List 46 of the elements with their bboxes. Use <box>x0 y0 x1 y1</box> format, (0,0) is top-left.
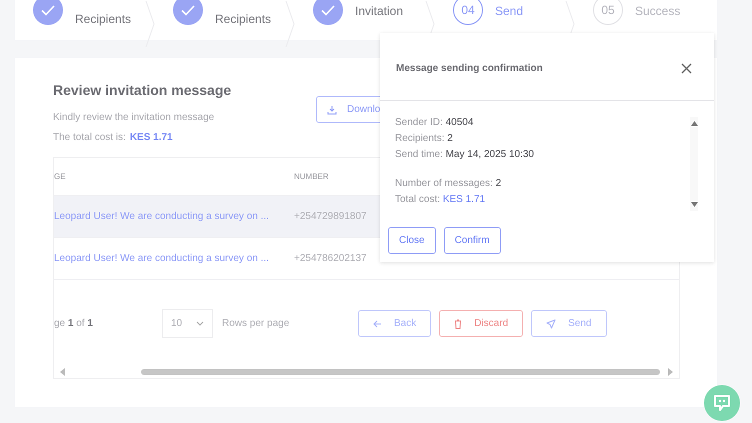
check-icon <box>321 4 335 16</box>
step-circle: 05 <box>593 0 623 25</box>
step-label[interactable]: Send <box>495 4 524 18</box>
detail-line: Send time: May 14, 2025 10:30 <box>395 149 535 160</box>
confirm-button[interactable]: Confirm <box>444 227 501 254</box>
step-label[interactable]: Invitation <box>355 4 404 18</box>
send-button[interactable]: Send <box>531 310 606 337</box>
number-cell: +254729891807 <box>294 211 367 222</box>
message-cell-text: Leopard User! We are conducting a survey on ... <box>54 253 270 264</box>
total-cost-value: KES 1.71 <box>130 132 173 143</box>
check-icon <box>181 4 195 16</box>
subtitle-text: Kindly review the invitation message <box>53 112 216 123</box>
step-label[interactable]: Recipients <box>215 12 272 26</box>
page-indicator: ge 1 of 1 <box>54 318 94 329</box>
step-circle: 04 <box>453 0 483 25</box>
step-label[interactable]: Recipients <box>75 12 132 26</box>
scrollbar-thumb[interactable] <box>140 369 660 375</box>
close-icon[interactable] <box>681 63 692 74</box>
column-header: GE <box>54 172 67 181</box>
rows-per-page-select[interactable]: 10 <box>162 309 213 338</box>
discard-button[interactable]: Discard <box>439 310 524 337</box>
total-cost-label: The total cost is: <box>53 132 126 143</box>
detail-line: Total cost: KES 1.71 <box>395 194 486 205</box>
detail-line: Number of messages: 2 <box>395 178 502 189</box>
send-icon <box>546 318 556 328</box>
scroll-left-icon[interactable] <box>60 368 65 376</box>
chevron-down-icon <box>196 321 204 326</box>
chat-button[interactable] <box>704 385 740 421</box>
back-button[interactable]: Back <box>358 310 432 337</box>
column-header: NUMBER <box>294 172 329 181</box>
check-icon <box>41 4 55 16</box>
scroll-up-icon[interactable] <box>690 121 698 126</box>
arrow-left-icon <box>373 320 382 328</box>
rows-per-page-label: Rows per page <box>222 318 290 329</box>
section-title: Review invitation message <box>53 82 232 98</box>
message-cell-text: Leopard User! We are conducting a survey on ... <box>54 211 270 222</box>
chat-bubble-icon <box>712 393 732 413</box>
download-icon <box>327 104 337 114</box>
number-cell: +254786202137 <box>294 253 367 264</box>
close-button[interactable]: Close <box>388 227 436 254</box>
dialog-title: Message sending confirmation <box>396 63 543 74</box>
detail-line: Recipients: 2 <box>395 133 454 144</box>
scroll-right-icon[interactable] <box>668 368 673 376</box>
trash-icon <box>454 318 462 328</box>
scroll-down-icon[interactable] <box>690 202 698 207</box>
step-label[interactable]: Success <box>635 4 680 18</box>
